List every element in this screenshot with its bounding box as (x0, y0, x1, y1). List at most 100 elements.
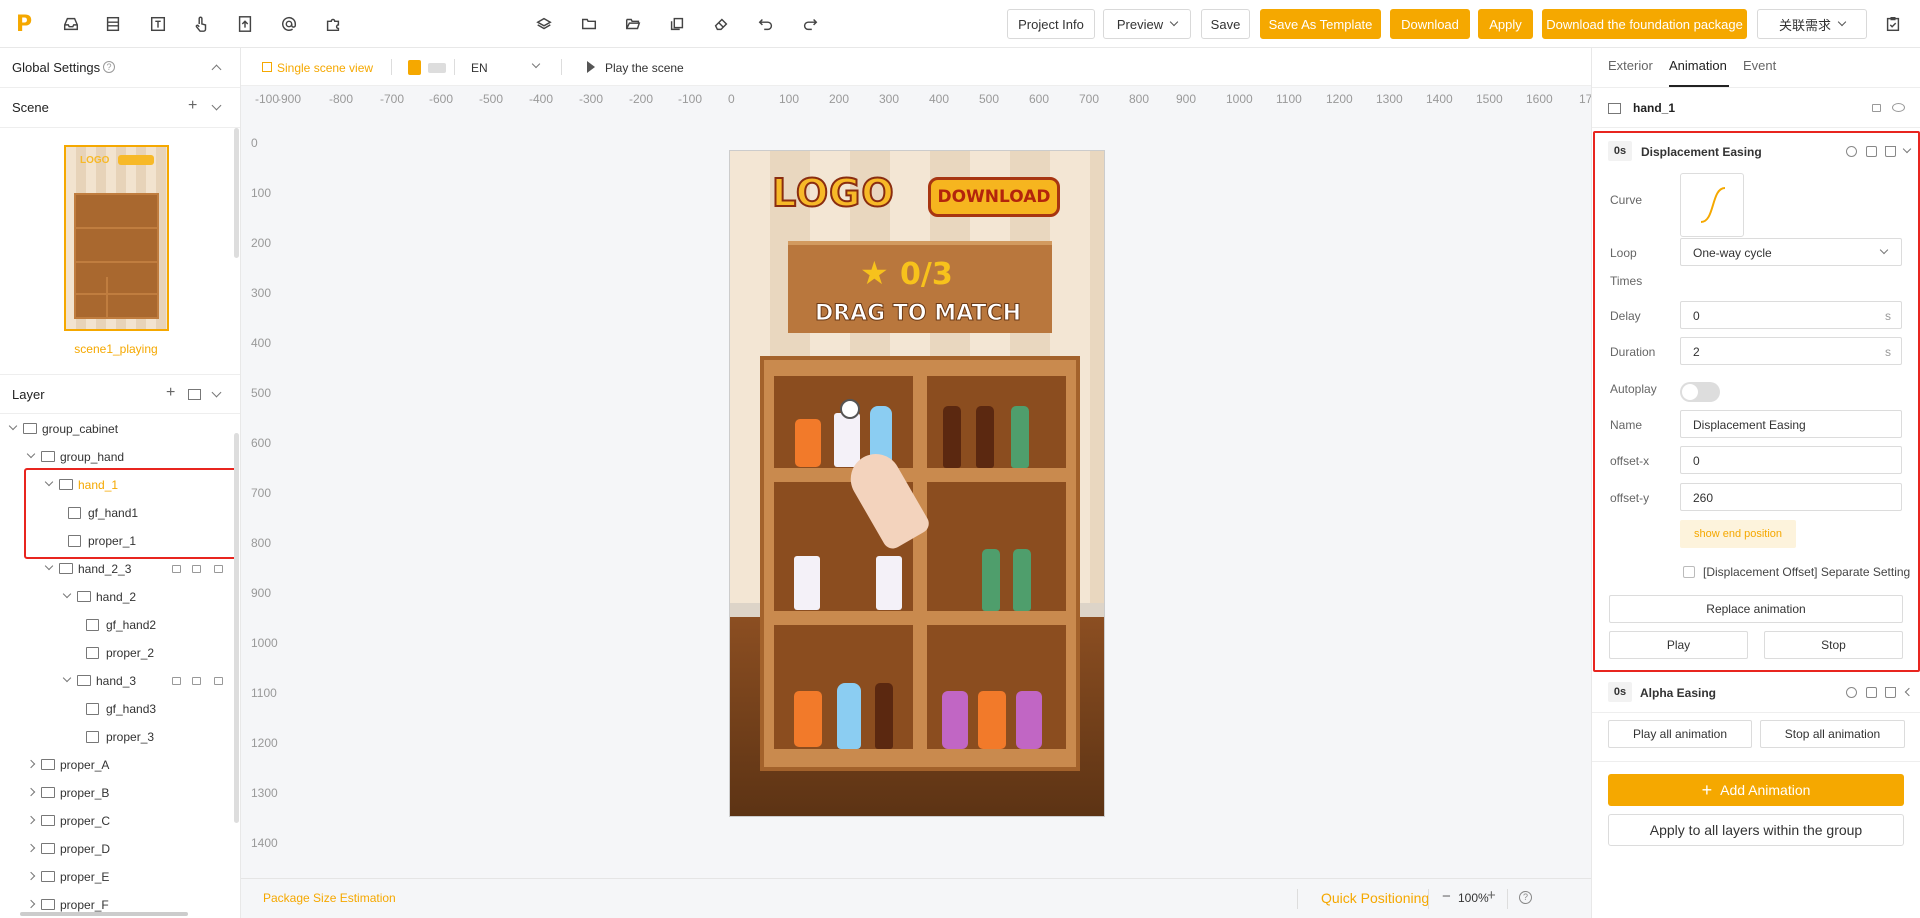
bolt-icon[interactable] (214, 677, 223, 685)
animation-item-header[interactable]: 0s Displacement Easing (1604, 135, 1914, 169)
new-folder-icon[interactable] (188, 389, 201, 400)
quick-positioning-button[interactable]: Quick Positioning (1321, 890, 1429, 906)
touch-icon[interactable] (190, 13, 212, 35)
hide-icon[interactable] (192, 677, 201, 685)
chevron-up-icon[interactable] (211, 64, 222, 75)
layer-row[interactable]: proper_2 (0, 639, 232, 667)
loop-select[interactable]: One-way cycle (1680, 238, 1902, 266)
package-size-estimation[interactable]: Package Size Estimation (263, 891, 396, 905)
layers-icon[interactable] (533, 13, 555, 35)
layer-row[interactable]: proper_3 (0, 723, 232, 751)
copy-icon[interactable] (1866, 146, 1877, 157)
layer-row[interactable]: group_hand (0, 443, 232, 471)
text-icon[interactable] (147, 13, 169, 35)
add-icon[interactable] (1846, 687, 1857, 698)
scene-scrollbar[interactable] (234, 128, 239, 258)
global-settings-header[interactable]: Global Settings ? (0, 48, 240, 88)
stop-button[interactable]: Stop (1764, 631, 1903, 659)
related-requirements-dropdown[interactable]: 关联需求 (1757, 9, 1867, 39)
at-icon[interactable] (278, 13, 300, 35)
chevron-right-icon[interactable] (26, 871, 36, 881)
chevron-down-icon[interactable] (8, 421, 18, 431)
tab-exterior[interactable]: Exterior (1608, 58, 1653, 73)
layer-row[interactable]: proper_A (0, 751, 232, 779)
chevron-down-icon[interactable] (44, 561, 54, 571)
offset-y-input[interactable]: 260 (1680, 483, 1902, 511)
play-scene-button[interactable]: Play the scene (605, 61, 684, 75)
offset-x-input[interactable]: 0 (1680, 446, 1902, 474)
folder-icon[interactable] (578, 13, 600, 35)
chevron-right-icon[interactable] (26, 815, 36, 825)
chevron-right-icon[interactable] (26, 843, 36, 853)
scene-canvas[interactable]: LOGO DOWNLOAD ★ 0/3 DRAG TO MATCH (729, 150, 1105, 817)
layer-row[interactable]: proper_D (0, 835, 232, 863)
rotate-handle-icon[interactable] (840, 399, 860, 419)
plugin-icon[interactable] (322, 13, 344, 35)
chevron-down-icon[interactable] (62, 589, 72, 599)
project-info-button[interactable]: Project Info (1007, 9, 1095, 39)
add-icon[interactable] (1846, 146, 1857, 157)
scene-view-icon[interactable] (262, 62, 272, 72)
undo-icon[interactable] (755, 13, 777, 35)
download-button[interactable]: Download (1390, 9, 1470, 39)
save-button[interactable]: Save (1201, 9, 1250, 39)
chevron-down-icon[interactable] (211, 387, 222, 398)
layer-row[interactable]: gf_hand3 (0, 695, 232, 723)
zoom-out-icon[interactable]: − (1442, 888, 1451, 905)
task-check-icon[interactable] (1882, 13, 1904, 35)
save-as-template-button[interactable]: Save As Template (1260, 9, 1381, 39)
layer-hscrollbar[interactable] (20, 912, 188, 916)
tab-animation[interactable]: Animation (1669, 58, 1727, 73)
zoom-in-icon[interactable]: + (1487, 887, 1496, 904)
separate-setting-checkbox[interactable] (1683, 566, 1695, 578)
chevron-right-icon[interactable] (26, 759, 36, 769)
eye-icon[interactable] (1892, 103, 1905, 112)
add-scene-icon[interactable]: + (188, 97, 197, 115)
play-button[interactable]: Play (1609, 631, 1748, 659)
curve-preview[interactable] (1680, 173, 1744, 237)
redo-icon[interactable] (799, 13, 821, 35)
preview-dropdown[interactable]: Preview (1103, 9, 1191, 39)
layer-row[interactable]: hand_2 (0, 583, 232, 611)
hide-icon[interactable] (192, 565, 201, 573)
chevron-down-icon[interactable] (62, 673, 72, 683)
play-all-animation-button[interactable]: Play all animation (1608, 720, 1752, 748)
eraser-icon[interactable] (710, 13, 732, 35)
upload-file-icon[interactable] (234, 13, 256, 35)
inbox-icon[interactable] (60, 13, 82, 35)
layer-row[interactable]: proper_C (0, 807, 232, 835)
help-icon[interactable]: ? (103, 61, 115, 73)
layer-scrollbar[interactable] (234, 433, 239, 823)
apply-to-group-button[interactable]: Apply to all layers within the group (1608, 814, 1904, 846)
chevron-down-icon[interactable] (1902, 144, 1912, 154)
add-layer-icon[interactable]: + (166, 384, 175, 402)
chevron-right-icon[interactable] (26, 899, 36, 909)
template-icon[interactable] (102, 13, 124, 35)
duration-input[interactable]: 2 s (1680, 337, 1902, 365)
chevron-down-icon[interactable] (26, 449, 36, 459)
layer-row[interactable]: group_cabinet (0, 415, 232, 443)
stop-all-animation-button[interactable]: Stop all animation (1760, 720, 1905, 748)
folder-open-icon[interactable] (622, 13, 644, 35)
play-icon[interactable] (587, 61, 595, 73)
lock-icon[interactable] (172, 677, 181, 685)
tab-event[interactable]: Event (1743, 58, 1776, 73)
theme-swatch-gray[interactable] (428, 63, 446, 73)
language-select[interactable]: EN (463, 54, 545, 80)
layer-row[interactable]: gf_hand2 (0, 611, 232, 639)
lock-icon[interactable] (172, 565, 181, 573)
chevron-right-icon[interactable] (26, 787, 36, 797)
layer-row[interactable]: proper_B (0, 779, 232, 807)
download-foundation-button[interactable]: Download the foundation package (1542, 9, 1747, 39)
add-animation-button[interactable]: + Add Animation (1608, 774, 1904, 806)
layer-row[interactable]: hand_2_3 (0, 555, 232, 583)
delete-icon[interactable] (1885, 146, 1896, 157)
show-end-position-button[interactable]: show end position (1680, 520, 1796, 548)
layer-row[interactable]: hand_3 (0, 667, 232, 695)
copy-icon[interactable] (666, 13, 688, 35)
apply-button[interactable]: Apply (1478, 9, 1533, 39)
delay-input[interactable]: 0 s (1680, 301, 1902, 329)
single-scene-view-toggle[interactable]: Single scene view (277, 61, 373, 75)
bolt-icon[interactable] (214, 565, 223, 573)
replace-animation-button[interactable]: Replace animation (1609, 595, 1903, 623)
